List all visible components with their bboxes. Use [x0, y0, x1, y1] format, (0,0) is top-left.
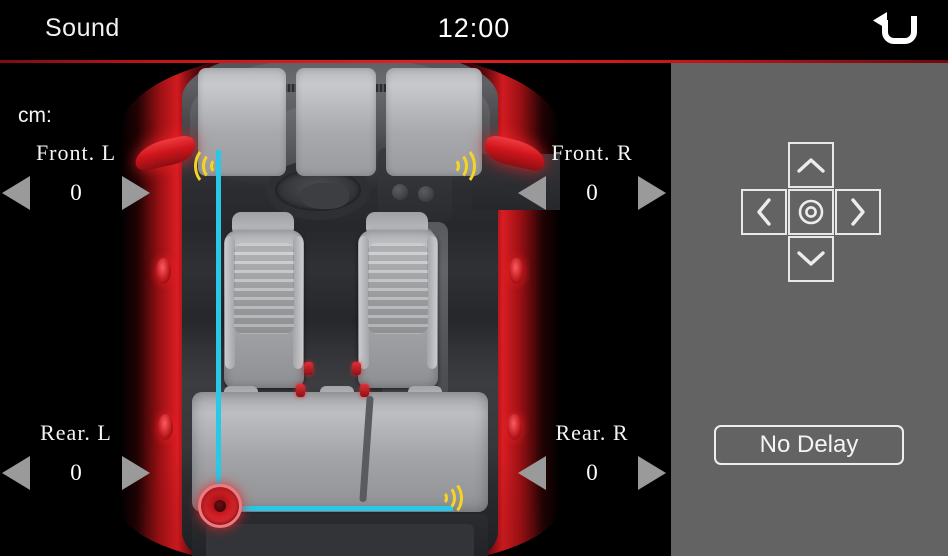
- seat-bolster: [426, 236, 438, 370]
- trunk-floor: [206, 524, 474, 556]
- seatbelt-buckle-rear-left: [296, 384, 305, 397]
- channel-stepper: 0: [2, 176, 150, 210]
- speaker-waves-front-left: [190, 146, 224, 186]
- measure-line-vertical: [216, 150, 221, 510]
- door-handle-front-right: [509, 258, 524, 284]
- car-diagram: [120, 62, 560, 556]
- seat-pad: [368, 242, 428, 335]
- front-right-increment-button[interactable]: [638, 176, 666, 210]
- channel-label: Rear. L: [40, 420, 112, 445]
- dpad-right-button[interactable]: [835, 189, 881, 235]
- channel-stepper: 0: [518, 176, 666, 210]
- seatbelt-buckle-rear-right: [360, 384, 369, 397]
- measure-line-horizontal: [216, 506, 453, 511]
- seatbelt-buckle-front-right: [352, 362, 361, 375]
- seat-pad: [234, 242, 294, 335]
- target-circle-icon: [798, 199, 824, 225]
- back-arrow-icon: [873, 12, 917, 44]
- stack-dial-5: [418, 186, 434, 202]
- active-speaker-marker-rear-left: [198, 484, 242, 528]
- rear-right-value: 0: [586, 460, 598, 485]
- channel-stepper: 0: [2, 456, 150, 490]
- unit-label: cm:: [18, 104, 52, 127]
- no-delay-button[interactable]: No Delay: [714, 425, 904, 465]
- rear-left-value: 0: [70, 460, 82, 485]
- header-bar: Sound 12:00: [0, 0, 948, 61]
- door-handle-rear-left: [158, 414, 173, 440]
- rear-seat-center: [296, 68, 376, 176]
- seat-front-right: [358, 230, 438, 388]
- dpad-navigation: [741, 142, 881, 282]
- dpad-left-button[interactable]: [741, 189, 787, 235]
- chevron-right-icon: [851, 198, 865, 226]
- chevron-up-icon: [797, 158, 825, 173]
- main-content: cm: Front. L 0 Front. R 0 Rear. L 0 Rear…: [0, 62, 948, 556]
- no-delay-label: No Delay: [759, 431, 859, 458]
- header-divider: [0, 60, 948, 63]
- door-handle-front-left: [156, 258, 171, 284]
- chevron-down-icon: [797, 251, 825, 266]
- back-button[interactable]: [866, 5, 926, 55]
- channel-control-front-right: Front. R 0: [518, 140, 666, 210]
- dpad-down-button[interactable]: [788, 236, 834, 282]
- front-right-decrement-button[interactable]: [518, 176, 546, 210]
- steering-hub: [301, 183, 349, 209]
- channel-label: Front. L: [35, 140, 117, 165]
- dpad-center-button[interactable]: [788, 189, 834, 235]
- channel-stepper: 0: [518, 456, 666, 490]
- rear-left-decrement-button[interactable]: [2, 456, 30, 490]
- seat-bolster: [292, 236, 304, 370]
- rear-left-increment-button[interactable]: [122, 456, 150, 490]
- front-right-value: 0: [586, 180, 598, 205]
- channel-label: Rear. R: [555, 420, 629, 445]
- channel-control-front-left: Front. L 0: [2, 140, 150, 210]
- right-panel: No Delay: [671, 62, 948, 556]
- clock: 12:00: [437, 13, 511, 43]
- seatbelt-buckle-front-left: [304, 362, 313, 375]
- seat-front-left: [224, 230, 304, 388]
- front-left-decrement-button[interactable]: [2, 176, 30, 210]
- rear-right-increment-button[interactable]: [638, 456, 666, 490]
- rear-right-decrement-button[interactable]: [518, 456, 546, 490]
- speaker-waves-rear-right: [436, 480, 466, 516]
- channel-control-rear-right: Rear. R 0: [518, 420, 666, 490]
- front-left-value: 0: [70, 180, 82, 205]
- front-left-increment-button[interactable]: [122, 176, 150, 210]
- sound-settings-screen: Sound 12:00 cm: Front. L 0 Front. R 0 Re…: [0, 0, 948, 556]
- channel-control-rear-left: Rear. L 0: [2, 420, 150, 490]
- stack-dial-4: [392, 184, 408, 200]
- chevron-left-icon: [757, 198, 771, 226]
- dpad-up-button[interactable]: [788, 142, 834, 188]
- channel-label: Front. R: [551, 140, 633, 165]
- speaker-waves-front-right: [446, 146, 480, 186]
